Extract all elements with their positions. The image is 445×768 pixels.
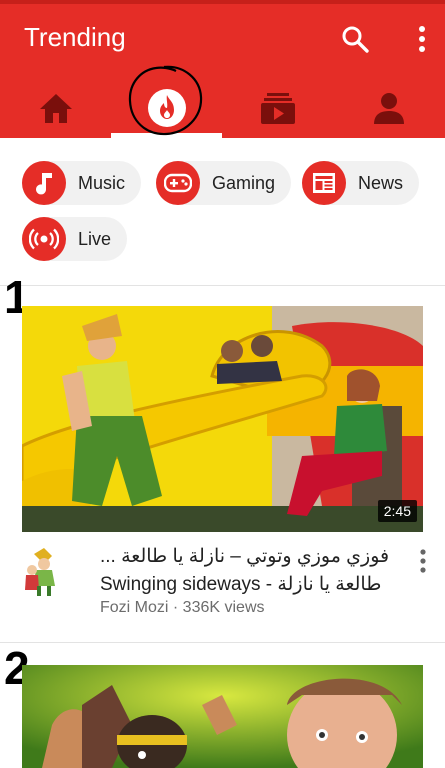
chip-live[interactable]: Live [22, 217, 128, 261]
flame-icon [147, 88, 187, 128]
video-title-line-2[interactable]: Swinging sideways - طالعة يا نازلة [100, 572, 400, 598]
video-more-vert-icon[interactable] [414, 548, 432, 574]
chip-news[interactable]: News [302, 161, 420, 205]
divider [0, 285, 445, 286]
video-title-line-1[interactable]: فوزي موزي وتوتي – نازلة يا طالعة ... [100, 544, 400, 570]
chip-gaming[interactable]: Gaming [156, 161, 292, 205]
video-thumbnail[interactable] [22, 665, 423, 768]
channel-avatar[interactable] [22, 546, 66, 598]
selected-tab-indicator [111, 133, 222, 138]
tab-home[interactable] [0, 82, 111, 134]
more-vert-icon[interactable] [412, 24, 432, 54]
newspaper-icon [302, 161, 346, 205]
home-icon [38, 92, 74, 124]
search-icon[interactable] [340, 24, 370, 54]
account-icon [373, 92, 405, 124]
page-title: Trending [24, 22, 126, 52]
app-bar: Trending [0, 0, 445, 138]
tab-account[interactable] [333, 82, 444, 134]
chip-label: Music [78, 172, 126, 193]
chip-music[interactable]: Music [22, 161, 142, 205]
video-thumbnail[interactable]: 2:45 [22, 306, 423, 532]
gamepad-icon [156, 161, 200, 205]
chip-label: Live [78, 228, 112, 249]
thumbnail-image [22, 665, 423, 768]
tab-trending[interactable] [111, 82, 222, 134]
chip-label: Gaming [212, 172, 276, 193]
video-duration-badge: 2:45 [377, 500, 417, 522]
subscriptions-icon [260, 92, 295, 124]
chip-label: News [358, 172, 404, 193]
divider [0, 642, 445, 643]
status-strip [0, 0, 445, 4]
live-broadcast-icon [22, 217, 66, 261]
music-note-icon [22, 161, 66, 205]
tab-subscriptions[interactable] [222, 82, 333, 134]
video-meta: Fozi Mozi · 336K views [100, 599, 265, 616]
thumbnail-image [22, 306, 423, 532]
